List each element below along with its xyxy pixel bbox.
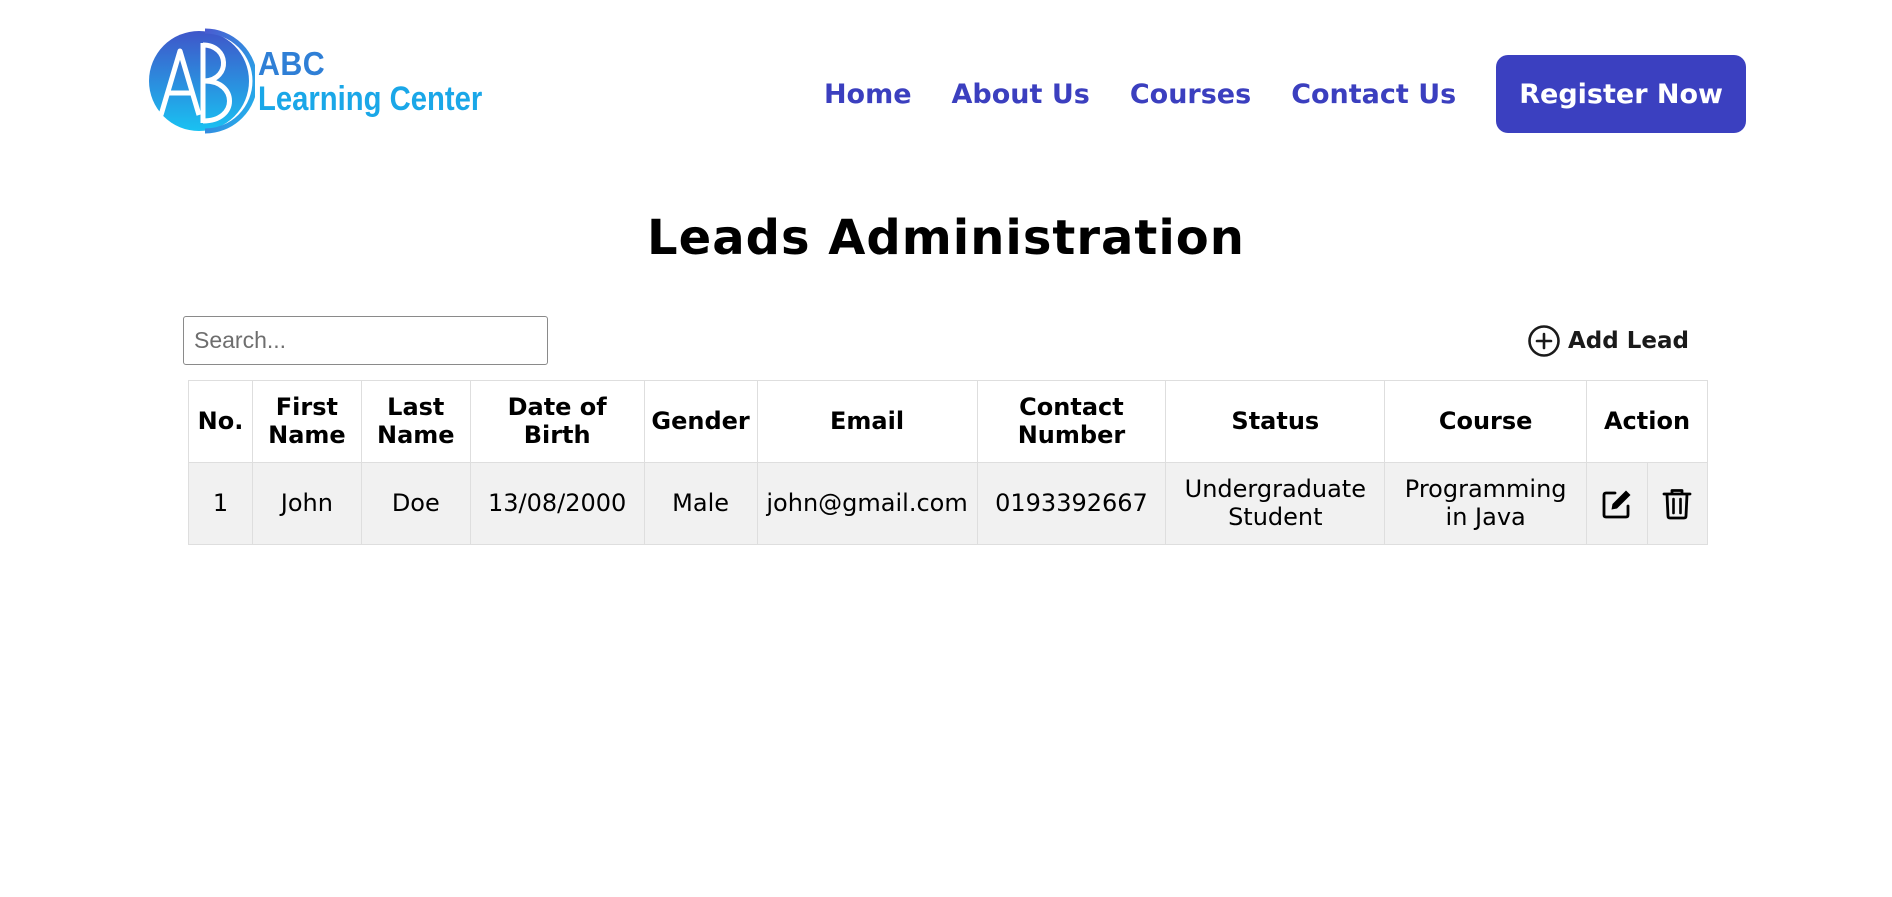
nav-home-link[interactable]: Home — [824, 79, 912, 110]
table-row: 1 John Doe 13/08/2000 Male john@gmail.co… — [188, 462, 1709, 545]
cell-status: Undergraduate Student — [1165, 462, 1386, 545]
edit-button[interactable] — [1587, 463, 1647, 544]
cell-gender: Male — [643, 462, 758, 545]
col-header-first-name[interactable]: First Name — [251, 380, 362, 463]
col-header-last-name[interactable]: Last Name — [360, 380, 471, 463]
col-header-contact[interactable]: Contact Number — [976, 380, 1167, 463]
site-header: ABC Learning Center Home About Us Course… — [0, 0, 1892, 190]
leads-table: No. First Name Last Name Date of Birth G… — [188, 380, 1709, 545]
add-lead-button[interactable]: Add Lead — [1527, 323, 1689, 359]
cell-email: john@gmail.com — [756, 462, 978, 545]
register-now-button[interactable]: Register Now — [1496, 55, 1746, 133]
brand-logo[interactable]: ABC Learning Center — [147, 27, 487, 135]
col-header-action: Action — [1586, 380, 1708, 463]
cell-first-name: John — [251, 462, 362, 545]
col-header-status[interactable]: Status — [1165, 380, 1386, 463]
col-header-email[interactable]: Email — [756, 380, 978, 463]
brand-name: ABC Learning Center — [258, 47, 519, 116]
abc-logo-icon — [149, 28, 255, 134]
cell-last-name: Doe — [360, 462, 471, 545]
cell-course: Programming in Java — [1384, 462, 1588, 545]
delete-button[interactable] — [1648, 463, 1707, 544]
cell-delete-action — [1646, 462, 1709, 545]
table-header: No. First Name Last Name Date of Birth G… — [188, 380, 1708, 463]
brand-line-2: Learning Center — [258, 79, 483, 118]
main-nav: Home About Us Courses Contact Us Registe… — [824, 55, 1746, 133]
col-header-gender[interactable]: Gender — [643, 380, 758, 463]
cell-contact: 0193392667 — [976, 462, 1167, 545]
nav-contact-link[interactable]: Contact Us — [1291, 79, 1456, 110]
col-header-course[interactable]: Course — [1384, 380, 1588, 463]
header-row: No. First Name Last Name Date of Birth G… — [188, 380, 1708, 463]
cell-no: 1 — [188, 462, 253, 545]
page-title: Leads Administration — [647, 210, 1245, 266]
cell-edit-action — [1586, 462, 1648, 545]
col-header-dob[interactable]: Date of Birth — [469, 380, 645, 463]
table-body: 1 John Doe 13/08/2000 Male john@gmail.co… — [188, 462, 1709, 545]
nav-about-link[interactable]: About Us — [952, 79, 1090, 110]
add-lead-label: Add Lead — [1568, 328, 1689, 354]
col-header-no[interactable]: No. — [188, 380, 253, 463]
trash-icon — [1663, 488, 1692, 519]
nav-courses-link[interactable]: Courses — [1130, 79, 1251, 110]
edit-icon — [1602, 490, 1631, 518]
search-input[interactable] — [183, 316, 548, 365]
brand-line-1: ABC — [258, 44, 326, 82]
cell-dob: 13/08/2000 — [469, 462, 645, 545]
plus-circle-icon — [1528, 325, 1560, 357]
